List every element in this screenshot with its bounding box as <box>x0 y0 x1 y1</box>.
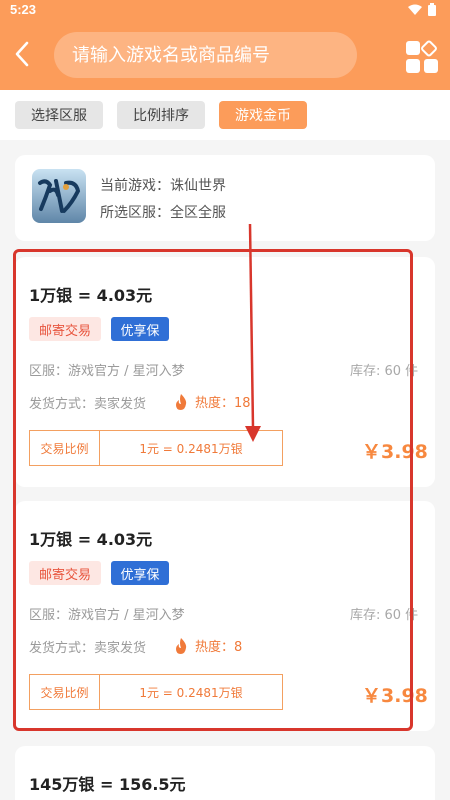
filter-ratio-sort-chip[interactable]: 比例排序 <box>117 101 205 129</box>
mail-trade-tag: 邮寄交易 <box>29 561 101 585</box>
search-box[interactable] <box>54 32 357 78</box>
flame-icon <box>176 637 187 654</box>
wifi-icon <box>408 4 422 15</box>
heat-value: 热度：8 <box>195 640 243 655</box>
listing-price: ￥3.98 <box>362 441 428 463</box>
app-header: 5:23 <box>0 0 450 90</box>
ratio-label: 交易比例 <box>30 675 100 709</box>
delivery-method: 发货方式：卖家发货 <box>29 641 147 656</box>
ratio-label: 交易比例 <box>30 431 100 465</box>
game-info-card: 当前游戏：诛仙世界 所选区服：全区全服 <box>15 155 435 241</box>
search-input[interactable] <box>54 32 357 78</box>
listing-price: ￥3.98 <box>362 685 428 707</box>
listing-title: 1万银 = 4.03元 <box>29 530 153 549</box>
back-button[interactable] <box>8 36 36 72</box>
server-info: 区服：游戏官方 / 星河入梦 <box>29 608 185 623</box>
premium-guarantee-tag: 优享保 <box>111 317 169 341</box>
status-icons <box>408 3 436 16</box>
trade-ratio-box: 交易比例 1元 = 0.2481万银 <box>29 674 283 710</box>
trade-ratio-box: 交易比例 1元 = 0.2481万银 <box>29 430 283 466</box>
back-arrow-icon <box>15 41 29 67</box>
ratio-value: 1元 = 0.2481万银 <box>139 441 243 456</box>
category-menu-button[interactable] <box>405 40 439 74</box>
filter-bar: 选择区服 比例排序 游戏金币 <box>0 90 450 140</box>
heat-info: 热度：8 <box>175 636 242 655</box>
heat-info: 热度：18 <box>175 392 251 411</box>
listing-title: 1万银 = 4.03元 <box>29 286 153 305</box>
filter-server-chip[interactable]: 选择区服 <box>15 101 103 129</box>
listing-card[interactable]: 1万银 = 4.03元 邮寄交易 优享保 区服：游戏官方 / 星河入梦 库存: … <box>15 257 435 487</box>
listing-card[interactable]: 1万银 = 4.03元 邮寄交易 优享保 区服：游戏官方 / 星河入梦 库存: … <box>15 501 435 731</box>
server-info: 区服：游戏官方 / 星河入梦 <box>29 364 185 379</box>
current-game-label: 当前游戏：诛仙世界 <box>100 178 226 194</box>
premium-guarantee-tag: 优享保 <box>111 561 169 585</box>
game-logo <box>32 169 86 223</box>
selected-server-label: 所选区服：全区全服 <box>100 205 226 221</box>
delivery-method: 发货方式：卖家发货 <box>29 397 147 412</box>
ratio-value: 1元 = 0.2481万银 <box>139 685 243 700</box>
listing-card[interactable]: 145万银 = 156.5元 <box>15 746 435 800</box>
status-bar: 5:23 <box>0 0 450 20</box>
stock-info: 库存: 60 件 <box>350 608 419 623</box>
status-time: 5:23 <box>10 2 37 17</box>
grid-menu-icon <box>406 40 438 73</box>
battery-icon <box>428 3 436 16</box>
filter-game-coin-chip[interactable]: 游戏金币 <box>219 101 307 129</box>
stock-info: 库存: 60 件 <box>350 364 419 379</box>
listing-title: 145万银 = 156.5元 <box>29 775 186 794</box>
flame-icon <box>176 393 187 410</box>
heat-value: 热度：18 <box>195 396 251 411</box>
mail-trade-tag: 邮寄交易 <box>29 317 101 341</box>
